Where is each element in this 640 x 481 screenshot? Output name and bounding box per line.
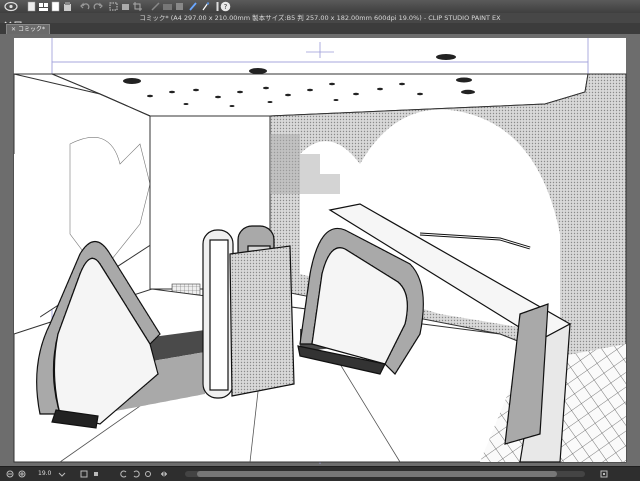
rotate-left-icon[interactable] [120,470,128,478]
window-title: コミック* (A4 297.00 x 210.00mm 製本サイズ:B5 判 2… [139,14,501,22]
document-tab-close-icon[interactable]: ✕ [11,26,16,33]
canvas-area[interactable] [0,34,640,466]
document-tab[interactable]: ✕ コミック* [6,24,51,34]
transform-icon[interactable] [108,1,119,12]
save-icon[interactable] [50,1,61,12]
rotate-right-icon[interactable] [132,470,140,478]
reset-rotation-icon[interactable] [144,470,152,478]
comic-page[interactable] [0,34,640,466]
save-as-icon[interactable] [62,1,73,12]
flip-icon[interactable] [160,470,168,478]
clear-icon[interactable] [120,1,131,12]
document-tab-label: コミック* [18,26,46,33]
status-bar: 19.0 [0,466,640,481]
app-menu-icon[interactable] [4,1,18,12]
open-document-icon[interactable] [38,1,49,12]
redo-icon[interactable] [92,1,103,12]
actual-size-icon[interactable] [92,470,100,478]
zoom-in-icon[interactable] [18,470,26,478]
horizontal-scrollbar-thumb[interactable] [197,471,557,477]
brush-icon[interactable] [188,1,199,12]
main-toolbar: ? [0,0,640,14]
zoom-out-icon[interactable] [6,470,14,478]
title-bar: コミック* (A4 297.00 x 210.00mm 製本サイズ:B5 判 2… [0,13,640,29]
help-icon[interactable]: ? [220,1,231,12]
pen-icon[interactable] [200,1,211,12]
svg-text:?: ? [224,3,228,11]
horizontal-scrollbar[interactable] [185,471,585,477]
crop-icon[interactable] [132,1,143,12]
document-tab-bar: ✕ コミック* [0,23,640,34]
new-document-icon[interactable] [26,1,37,12]
layer-settings-icon[interactable] [162,1,173,12]
zoom-dropdown-icon[interactable] [58,470,66,478]
fit-page-icon[interactable] [80,470,88,478]
zoom-value[interactable]: 19.0 [38,470,54,478]
fill-icon[interactable] [150,1,161,12]
center-escalator [202,225,295,399]
navigator-icon[interactable] [600,470,608,478]
undo-icon[interactable] [80,1,91,12]
color-icon[interactable] [174,1,185,12]
